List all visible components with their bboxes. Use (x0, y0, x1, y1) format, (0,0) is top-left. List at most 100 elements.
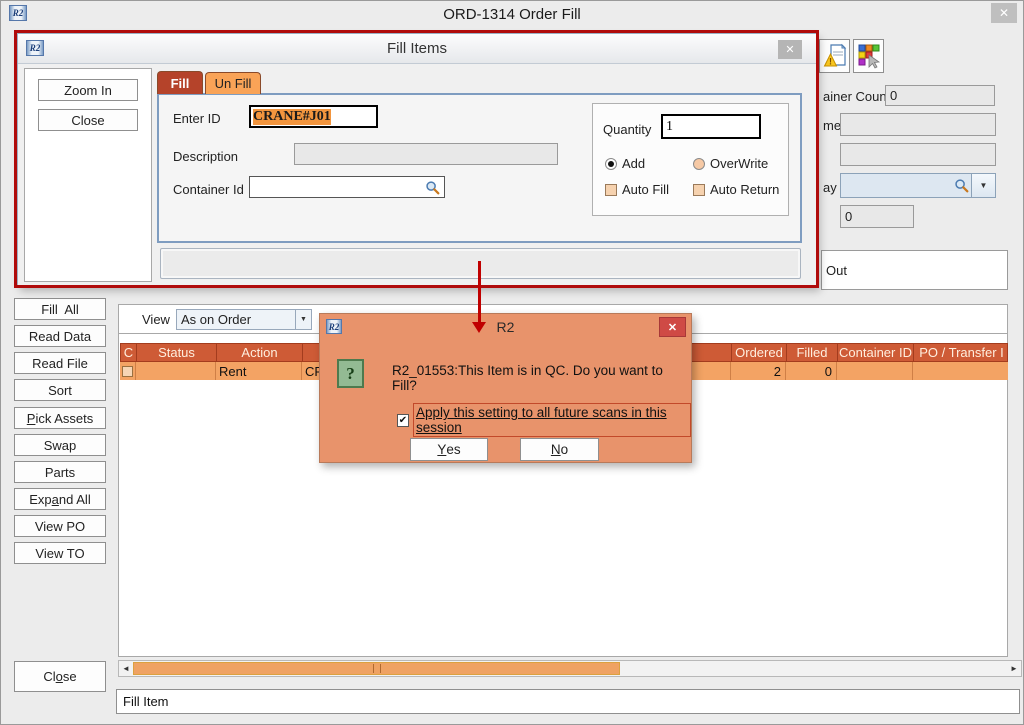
description-label: Description (173, 145, 238, 167)
bay-qty-field: 0 (840, 205, 914, 228)
auto-return-checkbox[interactable]: Auto Return (693, 182, 779, 197)
color-grid-cursor-icon (857, 43, 881, 69)
msgbox-titlebar[interactable]: R2 R2 ✕ (320, 314, 691, 339)
close-button[interactable]: Close (14, 661, 106, 692)
yes-button[interactable]: Yes (410, 438, 488, 461)
pick-assets-button[interactable]: Pick Assets (14, 407, 106, 429)
fill-items-dialog: R2 Fill Items ✕ Zoom In Close Fill Un Fi… (17, 33, 817, 287)
order-fill-window: R2 ORD-1314 Order Fill ✕ ! ainer Count 0… (0, 0, 1024, 725)
scrollbar-thumb[interactable] (133, 662, 620, 675)
view-combo-value: As on Order (177, 312, 295, 327)
annotation-arrow-head (472, 322, 486, 333)
row-po-cell (913, 362, 1008, 380)
auto-fill-label: Auto Fill (622, 182, 669, 197)
enter-id-value: CRANE#J01 (253, 109, 331, 125)
expand-all-button[interactable]: Expand All (14, 488, 106, 510)
tab-fill[interactable]: Fill (157, 71, 203, 94)
exception-report-button[interactable]: ! (819, 39, 850, 73)
window-title: ORD-1314 Order Fill (1, 6, 1023, 23)
row-action-cell: Rent (216, 362, 302, 380)
apply-setting-label[interactable]: Apply this setting to all future scans i… (413, 403, 691, 437)
bay-combo[interactable]: ▼ (840, 173, 996, 198)
name-field (840, 113, 996, 136)
view-options-button[interactable] (853, 39, 884, 73)
view-dropdown-arrow[interactable]: ▼ (295, 310, 311, 329)
window-close-button[interactable]: ✕ (991, 3, 1017, 23)
container-search-icon[interactable] (425, 180, 440, 195)
enter-id-field[interactable]: CRANE#J01 (249, 105, 378, 128)
annotation-arrow-line (478, 261, 481, 322)
enter-id-label: Enter ID (173, 107, 221, 129)
row-status-cell (136, 362, 216, 380)
msgbox-title: R2 (320, 319, 691, 335)
dialog-left-panel: Zoom In Close (24, 68, 152, 282)
no-button[interactable]: No (520, 438, 599, 461)
col-header-status[interactable]: Status (137, 344, 217, 361)
r2-message-box: R2 R2 ✕ ? R2_01553:This Item is in QC. D… (319, 313, 692, 463)
status-bar: Fill Item (116, 689, 1020, 714)
horizontal-scrollbar[interactable]: ◄ ► (118, 660, 1022, 677)
quantity-group: Quantity 1 Add OverWrite Auto Fill Auto … (592, 103, 789, 216)
radio-overwrite[interactable]: OverWrite (693, 156, 768, 171)
scroll-left-arrow[interactable]: ◄ (119, 661, 133, 676)
radio-add-label: Add (622, 156, 645, 171)
auto-fill-checkbox[interactable]: Auto Fill (605, 182, 669, 197)
quantity-field[interactable]: 1 (661, 114, 761, 139)
extra-field (840, 143, 996, 166)
radio-overwrite-circle[interactable] (693, 158, 705, 170)
row-container-id-cell (837, 362, 913, 380)
radio-add[interactable]: Add (605, 156, 645, 171)
container-count-label: ainer Count (823, 86, 890, 106)
col-header-c[interactable]: C (121, 344, 137, 361)
row-filled-cell: 0 (786, 362, 837, 380)
search-icon[interactable] (954, 178, 969, 193)
apply-setting-checkbox[interactable]: ✔ (397, 414, 409, 427)
view-to-button[interactable]: View TO (14, 542, 106, 564)
fill-all-button[interactable]: Fill All (14, 298, 106, 320)
read-data-button[interactable]: Read Data (14, 325, 106, 347)
dialog-close-button[interactable]: Close (38, 109, 138, 131)
read-file-button[interactable]: Read File (14, 352, 106, 374)
auto-return-label: Auto Return (710, 182, 779, 197)
svg-text:!: ! (829, 57, 832, 67)
name-label: me (823, 115, 841, 135)
scrollbar-grip (373, 664, 381, 673)
fill-items-titlebar[interactable]: R2 Fill Items ✕ (18, 34, 816, 64)
container-id-label: Container Id (173, 178, 244, 200)
col-header-action[interactable]: Action (217, 344, 303, 361)
scroll-right-arrow[interactable]: ► (1007, 661, 1021, 676)
window-titlebar: R2 ORD-1314 Order Fill ✕ (1, 1, 1023, 27)
radio-overwrite-label: OverWrite (710, 156, 768, 171)
auto-return-box[interactable] (693, 184, 705, 196)
fill-items-close-button[interactable]: ✕ (778, 40, 802, 59)
container-count-field: 0 (885, 85, 995, 106)
auto-fill-box[interactable] (605, 184, 617, 196)
col-header-ordered[interactable]: Ordered (732, 344, 787, 361)
radio-add-circle[interactable] (605, 158, 617, 170)
col-header-po-transfer[interactable]: PO / Transfer I (914, 344, 1009, 361)
col-header-container-id[interactable]: Container ID (838, 344, 914, 361)
msgbox-close-button[interactable]: ✕ (659, 317, 686, 337)
col-header-filled[interactable]: Filled (787, 344, 838, 361)
out-box: Out (821, 250, 1008, 290)
apply-setting-row[interactable]: ✔ Apply this setting to all future scans… (397, 403, 691, 437)
zoom-in-button[interactable]: Zoom In (38, 79, 138, 101)
view-po-button[interactable]: View PO (14, 515, 106, 537)
sort-button[interactable]: Sort (14, 379, 106, 401)
msgbox-message: R2_01553:This Item is in QC. Do you want… (392, 363, 684, 393)
fill-items-title: Fill Items (18, 40, 816, 57)
bay-dropdown-arrow[interactable]: ▼ (971, 174, 995, 197)
parts-button[interactable]: Parts (14, 461, 106, 483)
row-checkbox[interactable] (122, 366, 133, 377)
description-field (294, 143, 558, 165)
warning-document-icon: ! (823, 43, 847, 69)
container-id-field[interactable] (249, 176, 445, 198)
tab-unfill[interactable]: Un Fill (205, 72, 261, 94)
question-icon: ? (337, 359, 364, 388)
view-combo[interactable]: As on Order ▼ (176, 309, 312, 330)
view-label: View (142, 305, 170, 333)
quantity-label: Quantity (603, 118, 651, 140)
fill-tab-panel: Enter ID CRANE#J01 Description Container… (157, 93, 802, 243)
row-checkbox-cell[interactable] (120, 362, 136, 380)
swap-button[interactable]: Swap (14, 434, 106, 456)
